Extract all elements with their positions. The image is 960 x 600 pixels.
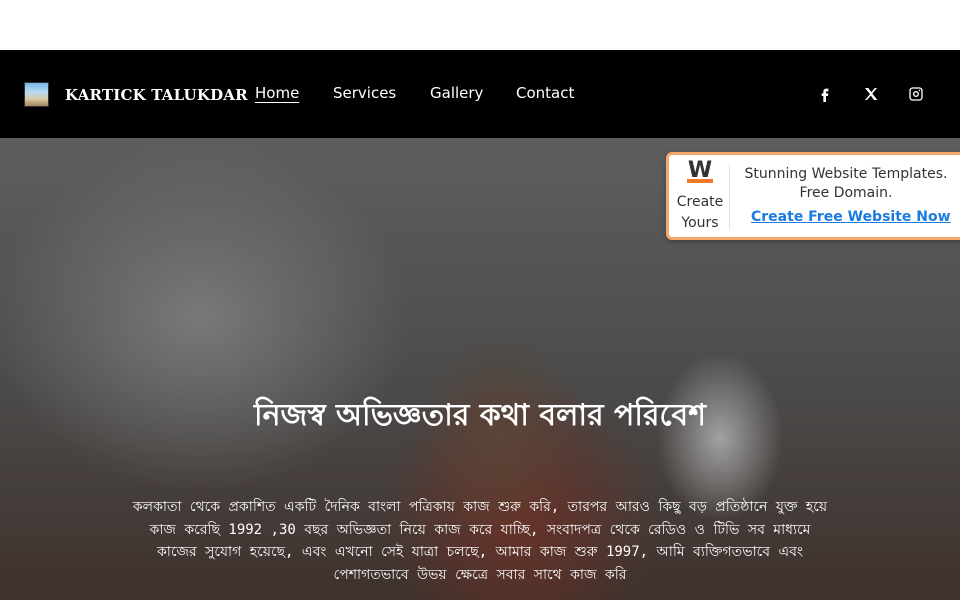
site-header: KARTICK TALUKDAR Home Services Gallery C… [0,50,960,138]
create-yours-label: Create Yours [676,194,724,231]
brand-name[interactable]: KARTICK TALUKDAR [65,86,248,104]
nav-home[interactable]: Home [255,84,299,102]
nav-gallery[interactable]: Gallery [430,84,483,102]
hero-title: নিজস্ব অভিজ্ঞতার কথা বলার পরিবেশ [253,398,707,433]
w-logo-bar [687,179,713,183]
promo-create-yours[interactable]: W Create Yours [669,155,731,237]
nav-contact[interactable]: Contact [516,84,574,102]
x-icon[interactable] [861,84,881,104]
instagram-icon[interactable] [906,84,926,104]
top-blank-area [0,0,960,50]
create-free-website-link[interactable]: Create Free Website Now [751,209,951,225]
facebook-icon[interactable] [815,84,835,104]
promo-divider [729,165,730,229]
site-logo-image[interactable] [24,82,49,107]
hero-body-text: কলকাতা থেকে প্রকাশিত একটি দৈনিক বাংলা পত… [132,499,828,583]
nav-services[interactable]: Services [333,84,396,102]
promo-tagline: Stunning Website Templates. Free Domain. [744,166,948,201]
builder-promo-banner[interactable]: W Create Yours Stunning Website Template… [666,152,960,240]
